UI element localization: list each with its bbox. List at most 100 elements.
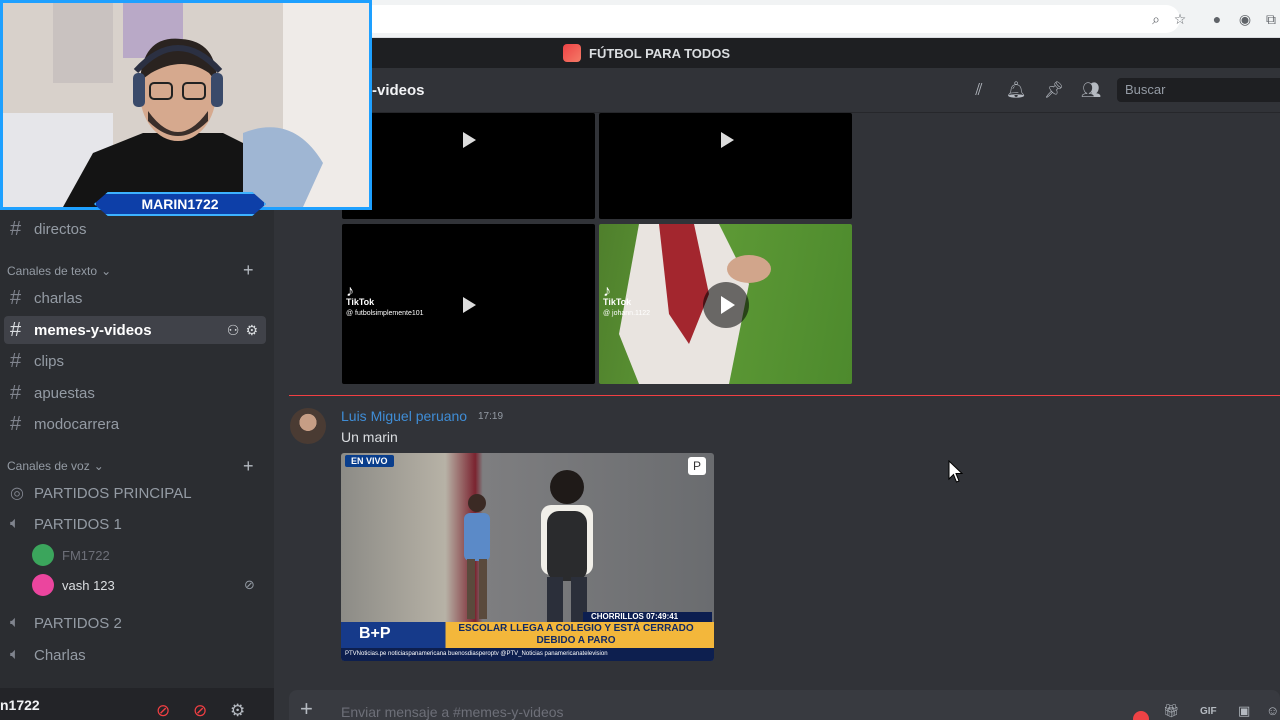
play-icon	[703, 282, 749, 328]
invite-icon[interactable]: ⚇	[227, 322, 240, 339]
voice-user-name: FM1722	[62, 547, 110, 563]
video-tile[interactable]: ♪ TikTok @ johann.1122	[599, 224, 852, 384]
puzzle-icon[interactable]: ⧉	[1262, 10, 1280, 28]
hash-icon: #	[10, 318, 22, 341]
emoji-icon[interactable]: ☺	[1266, 703, 1279, 718]
members-icon[interactable]: 👥︎	[1080, 80, 1102, 102]
voice-channel-partidos-1[interactable]: 🔈︎ PARTIDOS 1	[4, 510, 266, 538]
tiktok-watermark: ♪ TikTok @ futbolsimplemente101	[346, 283, 424, 319]
chevron-down-icon: ⌄	[93, 459, 104, 473]
channel-label: apuestas	[34, 384, 95, 402]
search-input[interactable]: Buscar	[1117, 78, 1280, 102]
server-name: FÚTBOL PARA TODOS	[589, 45, 731, 61]
threads-icon[interactable]: ⫽	[968, 80, 990, 102]
bookmark-star-icon[interactable]: ☆	[1171, 10, 1189, 28]
attach-plus-icon[interactable]: +	[300, 698, 313, 720]
play-icon	[721, 132, 734, 148]
bell-icon[interactable]: 🔔︎	[1005, 80, 1027, 102]
speaker-icon: 🔈︎	[10, 614, 20, 631]
news-image-embed[interactable]: EN VIVO P CHORRILLOS 07:49:41 B+P ESCOLA…	[341, 453, 714, 661]
category-text-channels[interactable]: Canales de texto ⌄	[7, 264, 111, 278]
voice-user-name: vash 123	[62, 577, 115, 593]
channel-memes-y-videos[interactable]: # memes-y-videos ⚇ ⚙	[4, 316, 266, 344]
gear-icon[interactable]: ⚙	[245, 322, 258, 339]
channel-clips[interactable]: # clips	[4, 347, 266, 375]
hash-icon: #	[10, 412, 22, 435]
video-tile[interactable]	[342, 113, 595, 219]
voice-user[interactable]: FM1722	[32, 542, 110, 568]
channel-label: directos	[34, 220, 87, 238]
nitro-badge-icon[interactable]	[1133, 711, 1149, 720]
mic-muted-icon: ⊘	[244, 577, 255, 592]
channel-label: PARTIDOS 1	[34, 515, 122, 533]
channel-label: clips	[34, 352, 65, 370]
chevron-down-icon: ⌄	[101, 264, 112, 278]
student-figure	[541, 470, 593, 627]
streamer-name-tag: MARIN1722	[94, 192, 266, 216]
extension-icon[interactable]: ●	[1208, 10, 1226, 28]
news-brand: B+P	[359, 625, 391, 642]
speaker-icon: 🔈︎	[10, 646, 20, 663]
channel-modocarrera[interactable]: # modocarrera	[4, 410, 266, 438]
hash-icon: #	[10, 286, 22, 309]
tiktok-label: TikTok	[603, 297, 632, 307]
tiktok-icon: ♪	[346, 283, 354, 300]
channel-label: modocarrera	[34, 415, 120, 433]
message-timestamp: 17:19	[478, 411, 504, 422]
voice-channel-charlas[interactable]: 🔈︎ Charlas	[4, 641, 266, 669]
voice-channel-partidos-2[interactable]: 🔈︎ PARTIDOS 2	[4, 609, 266, 637]
webcam-overlay	[0, 0, 372, 210]
channel-directos[interactable]: # directos	[4, 215, 266, 243]
channel-apuestas[interactable]: # apuestas	[4, 379, 266, 407]
channel-label: Charlas	[34, 646, 86, 664]
live-badge: EN VIVO	[345, 455, 394, 467]
channel-label: charlas	[34, 289, 83, 307]
news-location: CHORRILLOS 07:49:41	[583, 612, 712, 622]
browser-address-bar[interactable]	[360, 5, 1180, 33]
news-social-footer: PTVNoticias.pe noticiaspanamericana buen…	[341, 648, 714, 661]
hash-icon: #	[10, 381, 22, 404]
mic-muted-icon[interactable]: ⊘	[156, 701, 170, 720]
channel-label: memes-y-videos	[34, 321, 152, 339]
user-name: n1722	[0, 697, 40, 713]
gift-icon[interactable]: 🎁︎	[1163, 703, 1180, 719]
zoom-icon[interactable]: ⌕	[1147, 10, 1165, 28]
video-tile[interactable]: ♪ TikTok @ futbolsimplemente101	[342, 224, 595, 384]
stage-icon: ◎	[10, 485, 24, 502]
gif-icon[interactable]: GIF	[1200, 706, 1217, 717]
gear-icon[interactable]: ⚙	[230, 701, 245, 720]
tiktok-handle: @ futbolsimplemente101	[346, 310, 424, 317]
channel-charlas[interactable]: # charlas	[4, 284, 266, 312]
play-icon	[463, 132, 476, 148]
category-voice-channels[interactable]: Canales de voz ⌄	[7, 459, 104, 473]
hash-icon: #	[10, 217, 22, 240]
avatar[interactable]	[290, 408, 326, 444]
category-label: Canales de voz	[7, 459, 90, 473]
extension-icon-2[interactable]: ◉	[1236, 10, 1254, 28]
pin-icon[interactable]: 📌︎	[1043, 80, 1065, 102]
sticker-icon[interactable]: ▣	[1238, 703, 1250, 719]
play-icon	[463, 297, 476, 313]
channel-actions: ⚇ ⚙	[227, 322, 258, 339]
video-tile[interactable]	[599, 113, 852, 219]
channel-label: PARTIDOS 2	[34, 614, 122, 632]
server-title: FÚTBOL PARA TODOS	[563, 44, 730, 62]
message-input[interactable]: Enviar mensaje a #memes-y-videos	[341, 704, 564, 720]
tiktok-handle: @ johann.1122	[603, 310, 651, 317]
channel-logo-icon: P	[688, 457, 706, 475]
reporter-figure	[464, 494, 490, 619]
tiktok-icon: ♪	[603, 283, 611, 300]
voice-channel-partidos-principal[interactable]: ◎ PARTIDOS PRINCIPAL	[4, 479, 266, 507]
avatar	[32, 544, 54, 566]
avatar	[32, 574, 54, 596]
add-text-channel-icon[interactable]: +	[243, 260, 254, 281]
tiktok-watermark: ♪ TikTok @ johann.1122	[603, 283, 651, 319]
new-messages-divider	[289, 395, 1280, 396]
streamer-webcam-feed	[3, 3, 369, 207]
hash-icon: #	[10, 349, 22, 372]
category-label: Canales de texto	[7, 264, 98, 278]
add-voice-channel-icon[interactable]: +	[243, 456, 254, 477]
deafen-icon[interactable]: ⊘	[193, 701, 207, 720]
voice-user[interactable]: vash 123	[32, 572, 115, 598]
message-author[interactable]: Luis Miguel peruano	[341, 408, 467, 424]
